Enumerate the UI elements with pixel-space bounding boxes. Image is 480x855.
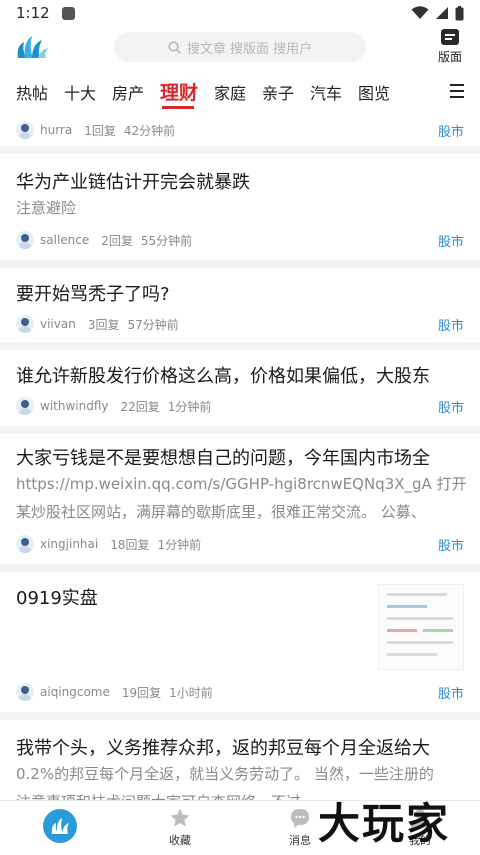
post-title[interactable]: 大家亏钱是不是要想想自己的问题，今年国内市场全 xyxy=(16,444,466,470)
avatar[interactable] xyxy=(16,231,34,249)
post-item[interactable]: hurra 1回复 42分钟前 股市 xyxy=(0,112,480,146)
battery-icon xyxy=(455,5,464,20)
post-author[interactable]: viivan xyxy=(40,317,76,331)
nav-home[interactable] xyxy=(30,807,90,843)
active-tab-indicator xyxy=(162,106,194,109)
board-icon xyxy=(441,29,459,45)
post-author[interactable]: sallence xyxy=(40,233,89,247)
search-icon xyxy=(168,40,181,54)
post-meta: withwindfly 22回复 1分钟前 xyxy=(16,396,211,416)
post-replies: 18回复 xyxy=(110,537,150,552)
post-excerpt-line-2: 某炒股社区网站，满屏幕的歇斯底里，很难正常交流。 公募、 xyxy=(16,503,426,521)
post-item[interactable]: 我带个头，义务推荐众邦，返的邦豆每个月全返给大 0.2%的邦豆每个月全返，就当义… xyxy=(0,720,480,800)
post-excerpt-line-1: https://mp.weixin.qq.com/s/GGHP-hgi8rcnw… xyxy=(16,475,466,493)
post-time: 57分钟前 xyxy=(127,317,179,332)
post-author[interactable]: withwindfly xyxy=(40,399,109,413)
post-item[interactable]: 0919实盘 aiqingcome 19回复 1小时前 股市 xyxy=(0,572,480,712)
avatar[interactable] xyxy=(16,121,34,139)
post-author[interactable]: xingjinhai xyxy=(40,537,98,551)
post-meta: xingjinhai 18回复 1分钟前 xyxy=(16,534,201,554)
status-bar: 1:12 xyxy=(0,0,480,26)
post-meta: sallence 2回复 55分钟前 xyxy=(16,230,192,250)
board-button[interactable]: 版面 xyxy=(432,28,468,66)
menu-icon[interactable] xyxy=(450,84,464,98)
post-title[interactable]: 华为产业链估计开完会就暴跌 xyxy=(16,168,466,194)
chat-bubble-icon xyxy=(291,809,309,828)
avatar[interactable] xyxy=(16,683,34,701)
tab-family[interactable]: 家庭 xyxy=(214,80,246,104)
post-replies: 19回复 xyxy=(121,685,162,700)
search-placeholder: 搜文章 搜版面 搜用户 xyxy=(186,41,313,57)
star-icon xyxy=(170,808,190,827)
avatar[interactable] xyxy=(16,397,34,415)
nav-messages-label: 消息 xyxy=(289,834,311,847)
app-header: 搜文章 搜版面 搜用户 版面 xyxy=(0,26,480,68)
avatar[interactable] xyxy=(16,315,34,333)
post-meta: hurra 1回复 42分钟前 xyxy=(16,120,175,140)
tab-hot[interactable]: 热帖 xyxy=(16,80,48,104)
post-time: 1小时前 xyxy=(169,685,213,700)
post-item[interactable]: 要开始骂秃子了吗? viivan 3回复 57分钟前 股市 xyxy=(0,268,480,342)
tab-cars[interactable]: 汽车 xyxy=(310,80,342,104)
post-time: 1分钟前 xyxy=(167,399,212,414)
post-excerpt: 注意避险 xyxy=(16,199,77,217)
watermark: 大玩家 xyxy=(318,799,451,848)
post-thumbnail[interactable] xyxy=(378,584,464,670)
post-title[interactable]: 要开始骂秃子了吗? xyxy=(16,280,466,306)
tab-top-ten[interactable]: 十大 xyxy=(64,80,96,104)
post-time: 42分钟前 xyxy=(123,123,176,138)
post-time: 1分钟前 xyxy=(157,537,202,552)
notification-icon xyxy=(61,6,75,20)
post-category[interactable]: 股市 xyxy=(438,121,464,140)
tab-real-estate[interactable]: 房产 xyxy=(112,80,144,104)
post-author[interactable]: hurra xyxy=(40,123,72,137)
post-replies: 2回复 xyxy=(101,233,133,248)
status-time: 1:12 xyxy=(16,4,50,22)
post-time: 55分钟前 xyxy=(140,233,193,248)
post-category[interactable]: 股市 xyxy=(438,397,464,416)
home-icon xyxy=(43,809,77,843)
post-feed[interactable]: hurra 1回复 42分钟前 股市 华为产业链估计开完会就暴跌 注意避险 sa… xyxy=(0,112,480,800)
post-category[interactable]: 股市 xyxy=(438,683,464,702)
nav-favorites[interactable]: 收藏 xyxy=(150,807,210,848)
post-excerpt-line-1: 0.2%的邦豆每个月全返，就当义务劳动了。 当然，一些注册的 xyxy=(16,765,434,783)
app-logo-icon[interactable] xyxy=(14,32,50,60)
status-icons xyxy=(411,5,464,21)
tab-finance[interactable]: 理财 xyxy=(160,78,198,105)
post-item[interactable]: 华为产业链估计开完会就暴跌 注意避险 sallence 2回复 55分钟前 股市 xyxy=(0,154,480,260)
post-item[interactable]: 谁允许新股发行价格这么高，价格如果偏低，大股东 withwindfly 22回复… xyxy=(0,350,480,426)
nav-favorites-label: 收藏 xyxy=(169,834,191,847)
tab-parenting[interactable]: 亲子 xyxy=(262,80,294,104)
post-title[interactable]: 谁允许新股发行价格这么高，价格如果偏低，大股东 xyxy=(16,362,466,388)
post-title[interactable]: 我带个头，义务推荐众邦，返的邦豆每个月全返给大 xyxy=(16,734,466,760)
tab-gallery[interactable]: 图览 xyxy=(358,80,390,104)
post-title[interactable]: 0919实盘 xyxy=(16,584,366,610)
post-category[interactable]: 股市 xyxy=(438,315,464,334)
avatar[interactable] xyxy=(16,535,34,553)
post-item[interactable]: 大家亏钱是不是要想想自己的问题，今年国内市场全 https://mp.weixi… xyxy=(0,434,480,564)
signal-icon xyxy=(436,7,448,19)
post-replies: 1回复 xyxy=(84,123,116,138)
post-meta: viivan 3回复 57分钟前 xyxy=(16,314,179,334)
post-replies: 3回复 xyxy=(87,317,120,332)
post-category[interactable]: 股市 xyxy=(438,535,464,554)
post-replies: 22回复 xyxy=(120,399,160,414)
category-tabs: 热帖 十大 房产 理财 家庭 亲子 汽车 图览 xyxy=(0,72,480,112)
board-label: 版面 xyxy=(437,50,462,64)
post-meta: aiqingcome 19回复 1小时前 xyxy=(16,682,213,702)
post-author[interactable]: aiqingcome xyxy=(40,685,110,699)
post-category[interactable]: 股市 xyxy=(438,231,464,250)
wifi-icon xyxy=(411,6,429,19)
search-input[interactable]: 搜文章 搜版面 搜用户 xyxy=(114,32,366,62)
